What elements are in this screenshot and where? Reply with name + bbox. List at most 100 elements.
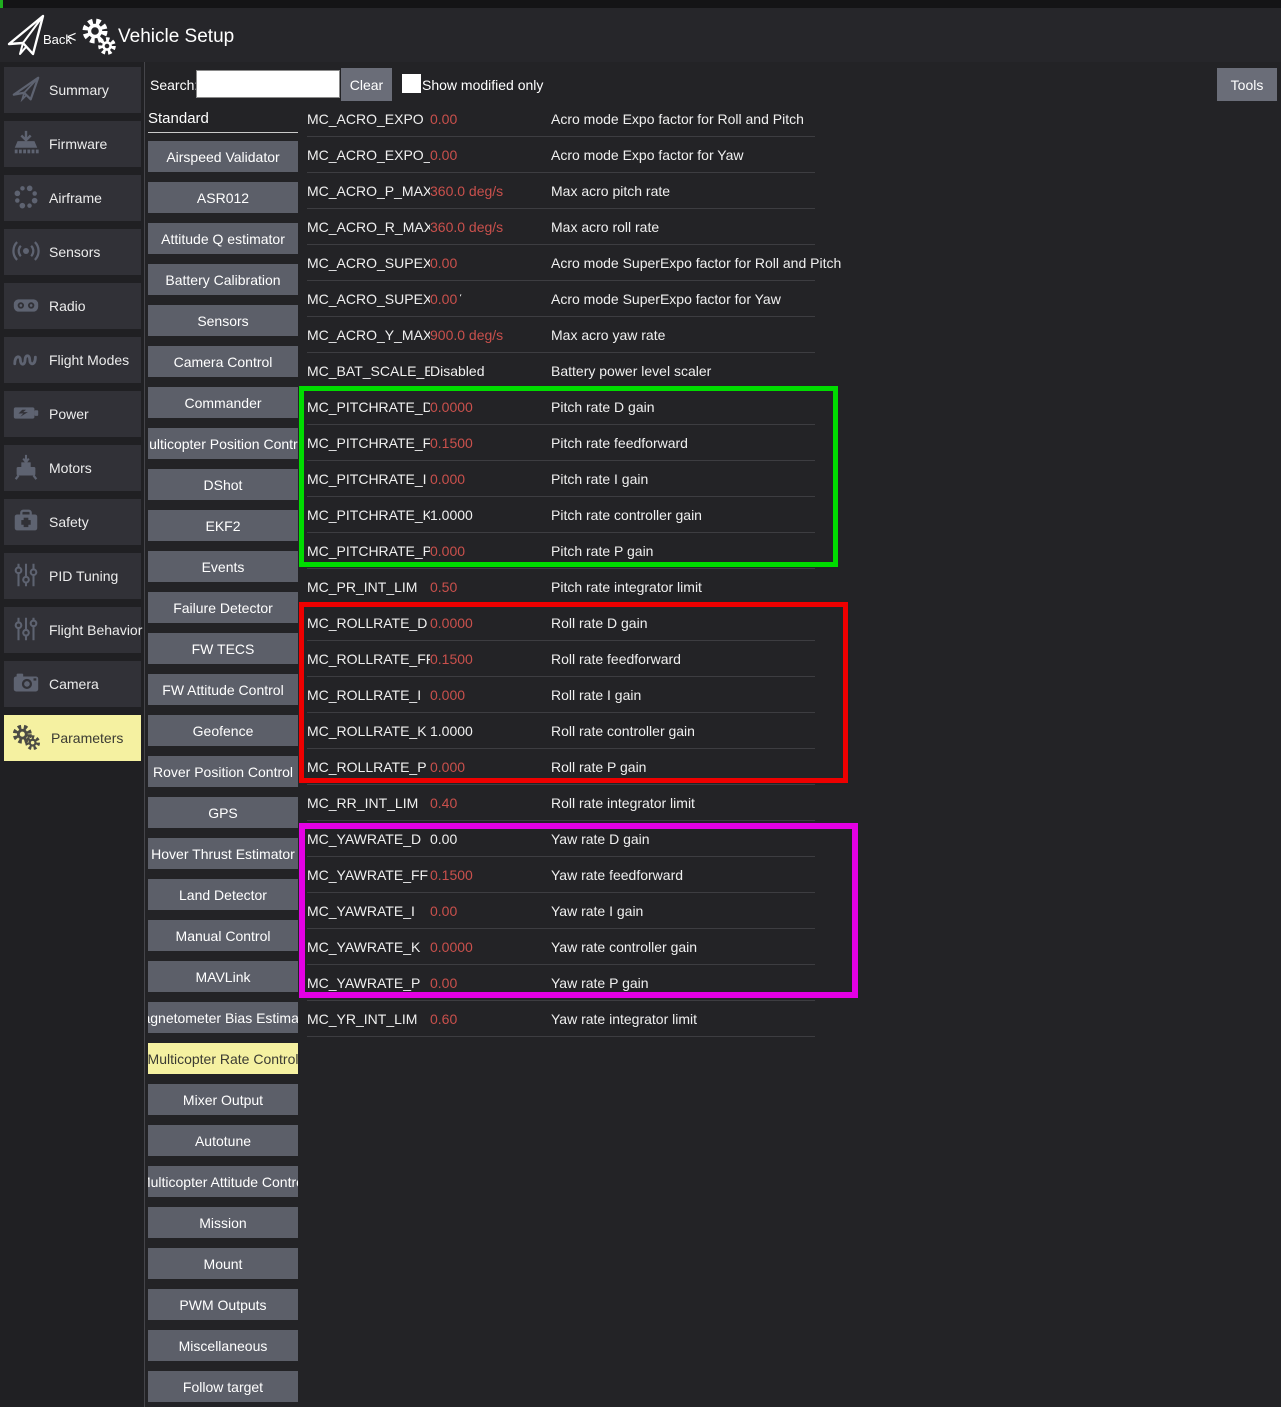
parameter-name: MC_ACRO_P_MAX [307, 183, 432, 199]
parameter-name: MC_YAWRATE_K [307, 939, 420, 955]
category-button-gps[interactable]: GPS [148, 797, 298, 828]
parameter-row-mc-acro-p-max[interactable]: MC_ACRO_P_MAX360.0 deg/sMax acro pitch r… [307, 173, 815, 209]
parameter-row-mc-acro-supexpoy[interactable]: MC_ACRO_SUPEXPOY0.00Acro mode SuperExpo … [307, 281, 815, 317]
parameter-row-mc-pitchrate-k[interactable]: MC_PITCHRATE_K1.0000Pitch rate controlle… [307, 497, 815, 533]
sidebar-item-label: Summary [49, 82, 109, 98]
power-icon [11, 398, 41, 431]
category-button-airspeed-validator[interactable]: Airspeed Validator [148, 141, 298, 172]
parameter-row-mc-acro-y-max[interactable]: MC_ACRO_Y_MAX900.0 deg/sMax acro yaw rat… [307, 317, 815, 353]
sidebar-item-radio[interactable]: Radio [4, 283, 141, 329]
category-button-sensors[interactable]: Sensors [148, 305, 298, 336]
category-button-rover-position-control[interactable]: Rover Position Control [148, 756, 298, 787]
parameter-row-mc-yawrate-d[interactable]: MC_YAWRATE_D0.00Yaw rate D gain [307, 821, 815, 857]
qgc-paper-plane-logo[interactable] [6, 10, 48, 65]
parameter-description: Max acro roll rate [551, 219, 659, 235]
category-button-mavlink[interactable]: MAVLink [148, 961, 298, 992]
parameter-row-mc-pitchrate-d[interactable]: MC_PITCHRATE_D0.0000Pitch rate D gain [307, 389, 815, 425]
parameter-description: Yaw rate I gain [551, 903, 643, 919]
category-button-events[interactable]: Events [148, 551, 298, 582]
parameter-name: MC_YAWRATE_P [307, 975, 420, 991]
category-button-camera-control[interactable]: Camera Control [148, 346, 298, 377]
parameter-value: 360.0 deg/s [430, 183, 506, 199]
parameter-row-mc-yawrate-i[interactable]: MC_YAWRATE_I0.00Yaw rate I gain [307, 893, 815, 929]
category-button-follow-target[interactable]: Follow target [148, 1371, 298, 1402]
parameter-row-mc-acro-supexpo[interactable]: MC_ACRO_SUPEXPO0.00Acro mode SuperExpo f… [307, 245, 815, 281]
parameter-row-mc-pitchrate-ff[interactable]: MC_PITCHRATE_FF0.1500Pitch rate feedforw… [307, 425, 815, 461]
sidebar-item-motors[interactable]: Motors [4, 445, 141, 491]
category-button-fw-attitude-control[interactable]: FW Attitude Control [148, 674, 298, 705]
parameter-row-mc-rollrate-k[interactable]: MC_ROLLRATE_K1.0000Roll rate controller … [307, 713, 815, 749]
parameter-row-mc-rollrate-ff[interactable]: MC_ROLLRATE_FF0.1500Roll rate feedforwar… [307, 641, 815, 677]
parameter-row-mc-rollrate-i[interactable]: MC_ROLLRATE_I0.000Roll rate I gain [307, 677, 815, 713]
parameter-row-mc-acro-r-max[interactable]: MC_ACRO_R_MAX360.0 deg/sMax acro roll ra… [307, 209, 815, 245]
category-button-battery-calibration[interactable]: Battery Calibration [148, 264, 298, 295]
category-button-multicopter-rate-control[interactable]: Multicopter Rate Control [148, 1043, 298, 1074]
sidebar-item-power[interactable]: Power [4, 391, 141, 437]
category-button-attitude-q-estimator[interactable]: Attitude Q estimator [148, 223, 298, 254]
tools-button[interactable]: Tools [1217, 68, 1277, 101]
parameter-description: Pitch rate I gain [551, 471, 648, 487]
category-button-pwm-outputs[interactable]: PWM Outputs [148, 1289, 298, 1320]
parameter-row-mc-acro-expo-y[interactable]: MC_ACRO_EXPO_Y0.00Acro mode Expo factor … [307, 137, 815, 173]
clear-search-button[interactable]: Clear [341, 68, 392, 101]
parameter-name: MC_YAWRATE_D [307, 831, 421, 847]
sidebar-item-firmware[interactable]: Firmware [4, 121, 141, 167]
parameter-name: MC_ACRO_Y_MAX [307, 327, 432, 343]
category-button-miscellaneous[interactable]: Miscellaneous [148, 1330, 298, 1361]
parameter-value: 0.50 [430, 579, 460, 595]
parameter-description: Roll rate integrator limit [551, 795, 695, 811]
sidebar-item-sensors[interactable]: Sensors [4, 229, 141, 275]
setup-sidebar: Summary Firmware Airframe Sensors Radio Fligh… [0, 62, 145, 1407]
sidebar-item-summary[interactable]: Summary [4, 67, 141, 113]
category-button-mixer-output[interactable]: Mixer Output [148, 1084, 298, 1115]
parameter-value: 0.000 [430, 471, 468, 487]
parameter-name: MC_BAT_SCALE_EN [307, 363, 444, 379]
vehicle-setup-window: Back < Vehicle Setup SummaryFirmwareAirf… [0, 0, 1281, 1407]
parameter-row-mc-acro-expo[interactable]: MC_ACRO_EXPO0.00Acro mode Expo factor fo… [307, 101, 815, 137]
parameter-row-mc-pitchrate-i[interactable]: MC_PITCHRATE_I0.000Pitch rate I gain [307, 461, 815, 497]
search-label: Search: [150, 77, 198, 93]
sidebar-item-label: PID Tuning [49, 568, 118, 584]
category-button-failure-detector[interactable]: Failure Detector [148, 592, 298, 623]
sidebar-item-airframe[interactable]: Airframe [4, 175, 141, 221]
show-modified-only-checkbox[interactable] [402, 74, 421, 93]
sidebar-item-pid-tuning[interactable]: PID Tuning [4, 553, 141, 599]
category-button-multicopter-position-control[interactable]: Multicopter Position Control [148, 428, 298, 459]
firmware-icon [11, 128, 41, 161]
parameter-row-mc-yawrate-k[interactable]: MC_YAWRATE_K0.0000Yaw rate controller ga… [307, 929, 815, 965]
parameter-row-mc-rollrate-d[interactable]: MC_ROLLRATE_D0.0000Roll rate D gain [307, 605, 815, 641]
search-input[interactable] [196, 70, 340, 98]
radio-icon [11, 290, 41, 323]
category-button-commander[interactable]: Commander [148, 387, 298, 418]
category-button-magnetometer-bias-estimator[interactable]: Magnetometer Bias Estimator [148, 1002, 298, 1033]
sidebar-item-flight-modes[interactable]: Flight Modes [4, 337, 141, 383]
parameter-description: Yaw rate integrator limit [551, 1011, 697, 1027]
parameter-row-mc-yawrate-p[interactable]: MC_YAWRATE_P0.00Yaw rate P gain [307, 965, 815, 1001]
sidebar-item-parameters[interactable]: Parameters [4, 715, 141, 761]
parameter-description: Roll rate feedforward [551, 651, 681, 667]
parameter-name: MC_ACRO_EXPO [307, 111, 424, 127]
parameter-row-mc-pr-int-lim[interactable]: MC_PR_INT_LIM0.50Pitch rate integrator l… [307, 569, 815, 605]
category-button-hover-thrust-estimator[interactable]: Hover Thrust Estimator [148, 838, 298, 869]
category-button-land-detector[interactable]: Land Detector [148, 879, 298, 910]
parameter-row-mc-pitchrate-p[interactable]: MC_PITCHRATE_P0.000Pitch rate P gain [307, 533, 815, 569]
parameter-row-mc-yr-int-lim[interactable]: MC_YR_INT_LIM0.60Yaw rate integrator lim… [307, 1001, 815, 1037]
category-button-autotune[interactable]: Autotune [148, 1125, 298, 1156]
category-button-mission[interactable]: Mission [148, 1207, 298, 1238]
sidebar-item-camera[interactable]: Camera [4, 661, 141, 707]
category-button-fw-tecs[interactable]: FW TECS [148, 633, 298, 664]
category-button-asr012[interactable]: ASR012 [148, 182, 298, 213]
category-button-geofence[interactable]: Geofence [148, 715, 298, 746]
parameter-row-mc-rr-int-lim[interactable]: MC_RR_INT_LIM0.40Roll rate integrator li… [307, 785, 815, 821]
parameter-row-mc-yawrate-ff[interactable]: MC_YAWRATE_FF0.1500Yaw rate feedforward [307, 857, 815, 893]
category-button-dshot[interactable]: DShot [148, 469, 298, 500]
parameter-description: Yaw rate D gain [551, 831, 650, 847]
category-button-multicopter-attitude-control[interactable]: Multicopter Attitude Control [148, 1166, 298, 1197]
parameter-row-mc-bat-scale-en[interactable]: MC_BAT_SCALE_ENDisabledBattery power lev… [307, 353, 815, 389]
parameter-row-mc-rollrate-p[interactable]: MC_ROLLRATE_P0.000Roll rate P gain [307, 749, 815, 785]
category-button-manual-control[interactable]: Manual Control [148, 920, 298, 951]
sidebar-item-safety[interactable]: Safety [4, 499, 141, 545]
category-button-ekf2[interactable]: EKF2 [148, 510, 298, 541]
category-button-mount[interactable]: Mount [148, 1248, 298, 1279]
sidebar-item-flight-behavior[interactable]: Flight Behavior [4, 607, 141, 653]
